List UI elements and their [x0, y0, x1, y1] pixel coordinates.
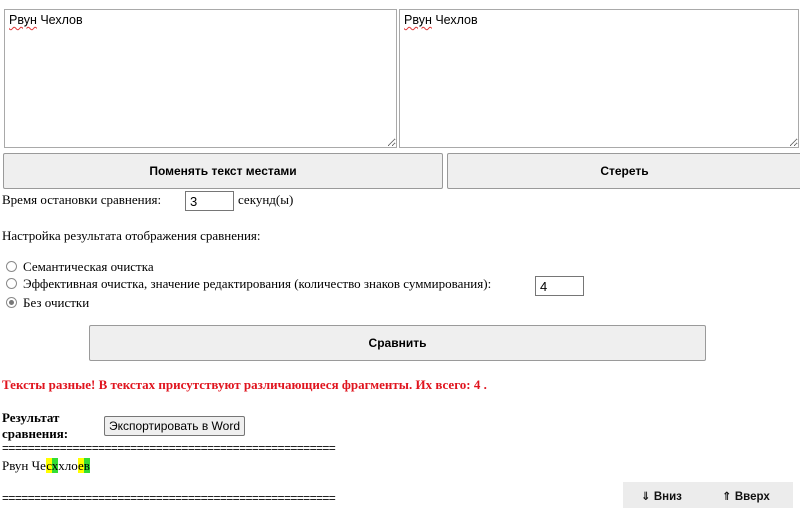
scroll-down-label: Вниз [653, 491, 682, 503]
separator-bottom: ========================================… [2, 492, 336, 504]
right-text-word1: Рвун [404, 13, 432, 27]
export-word-button[interactable]: Экспортировать в Word [104, 416, 245, 436]
edit-cost-input[interactable] [535, 276, 584, 296]
right-text-word2: Чехлов [435, 13, 478, 27]
timeout-unit: секунд(ы) [238, 192, 294, 207]
timeout-input[interactable] [185, 191, 234, 211]
right-text-area[interactable]: Рвун Чехлов [399, 9, 799, 148]
swap-text-button[interactable]: Поменять текст местами [3, 153, 443, 189]
semantic-cleanup-label: Семантическая очистка [23, 259, 154, 274]
no-cleanup-radio[interactable] [6, 297, 17, 308]
timeout-label: Время остановки сравнения: [2, 192, 162, 207]
diff-deleted: е [77, 458, 84, 473]
separator-top: ========================================… [2, 442, 336, 454]
left-text-word1: Рвун [9, 13, 37, 27]
scroll-down-link[interactable]: ⇓ Вниз [641, 489, 682, 503]
scroll-up-label: Вверх [734, 491, 770, 503]
efficient-cleanup-label: Эффективная очистка, значение редактиров… [23, 276, 492, 291]
clear-button[interactable]: Стереть [447, 153, 800, 189]
efficient-cleanup-radio[interactable] [6, 278, 17, 289]
arrow-down-icon: ⇓ [641, 491, 651, 503]
arrow-up-icon: ⇑ [722, 491, 732, 503]
scroll-up-link[interactable]: ⇑ Вверх [722, 489, 770, 503]
diff-deleted: с [46, 458, 52, 473]
left-text-word2: Чехлов [40, 13, 83, 27]
compare-button[interactable]: Сравнить [89, 325, 706, 361]
result-message: Тексты разные! В текстах присутствуют ра… [2, 377, 487, 392]
no-cleanup-label: Без очистки [23, 295, 90, 310]
display-settings-heading: Настройка результата отображения сравнен… [2, 228, 261, 243]
left-text-area[interactable]: Рвун Чехлов [4, 9, 397, 148]
semantic-cleanup-radio[interactable] [6, 261, 17, 272]
diff-equal: Рвун Че [2, 458, 47, 473]
result-label: Результат сравнения: [2, 410, 69, 441]
diff-inserted: в [83, 458, 90, 473]
diff-output: Рвун Чесххлоев [2, 458, 90, 474]
diff-equal: хло [58, 458, 78, 473]
